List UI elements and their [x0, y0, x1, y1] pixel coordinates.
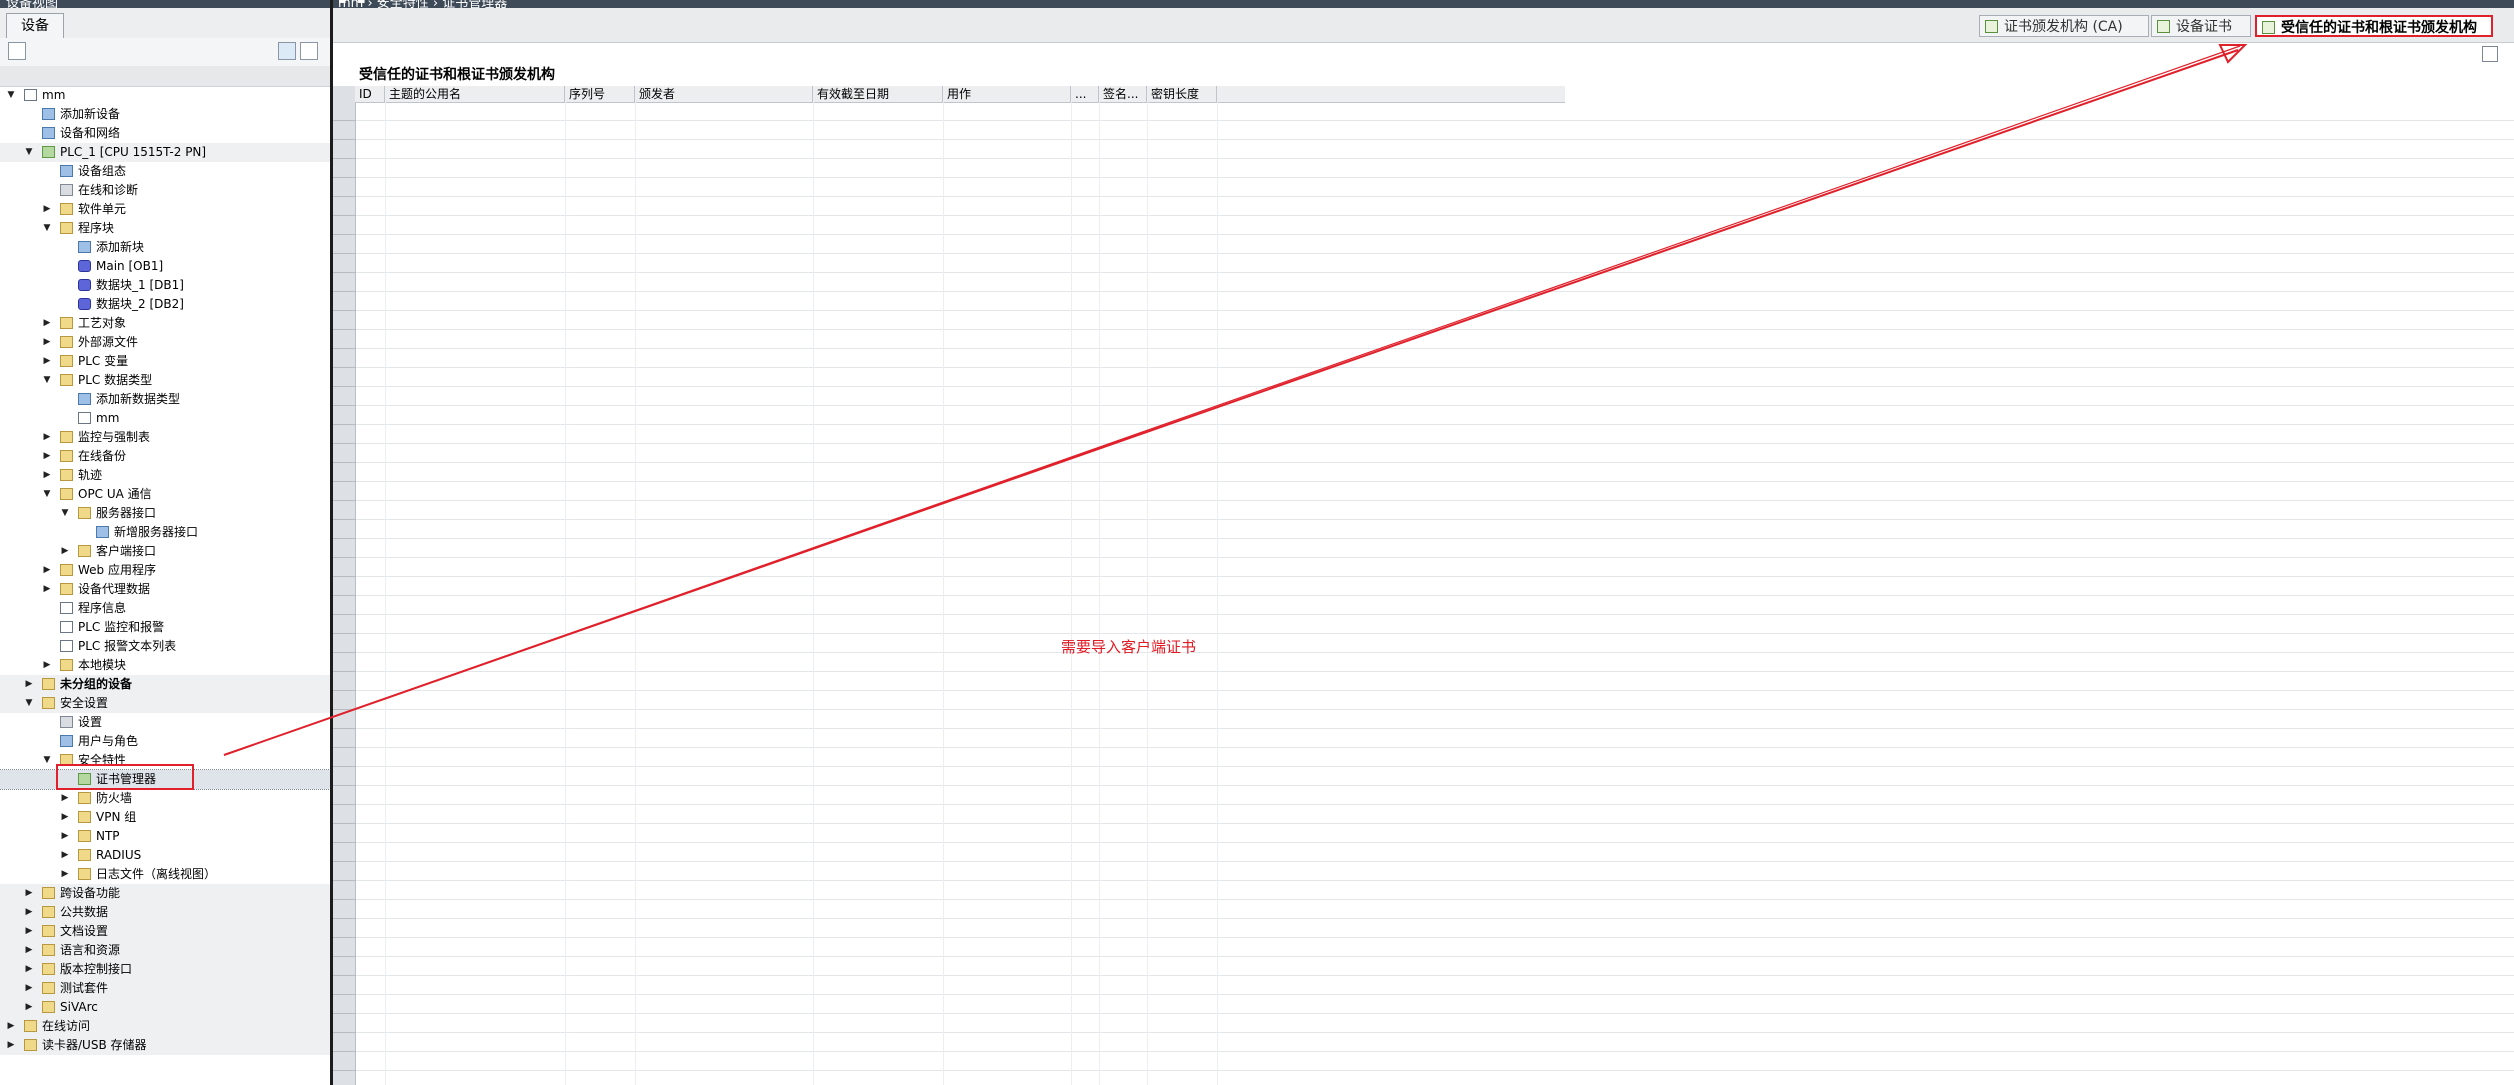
arrow-line-outline: [223, 45, 2241, 756]
arrow-head: [2218, 44, 2248, 64]
annotation-arrow: [223, 44, 2248, 756]
